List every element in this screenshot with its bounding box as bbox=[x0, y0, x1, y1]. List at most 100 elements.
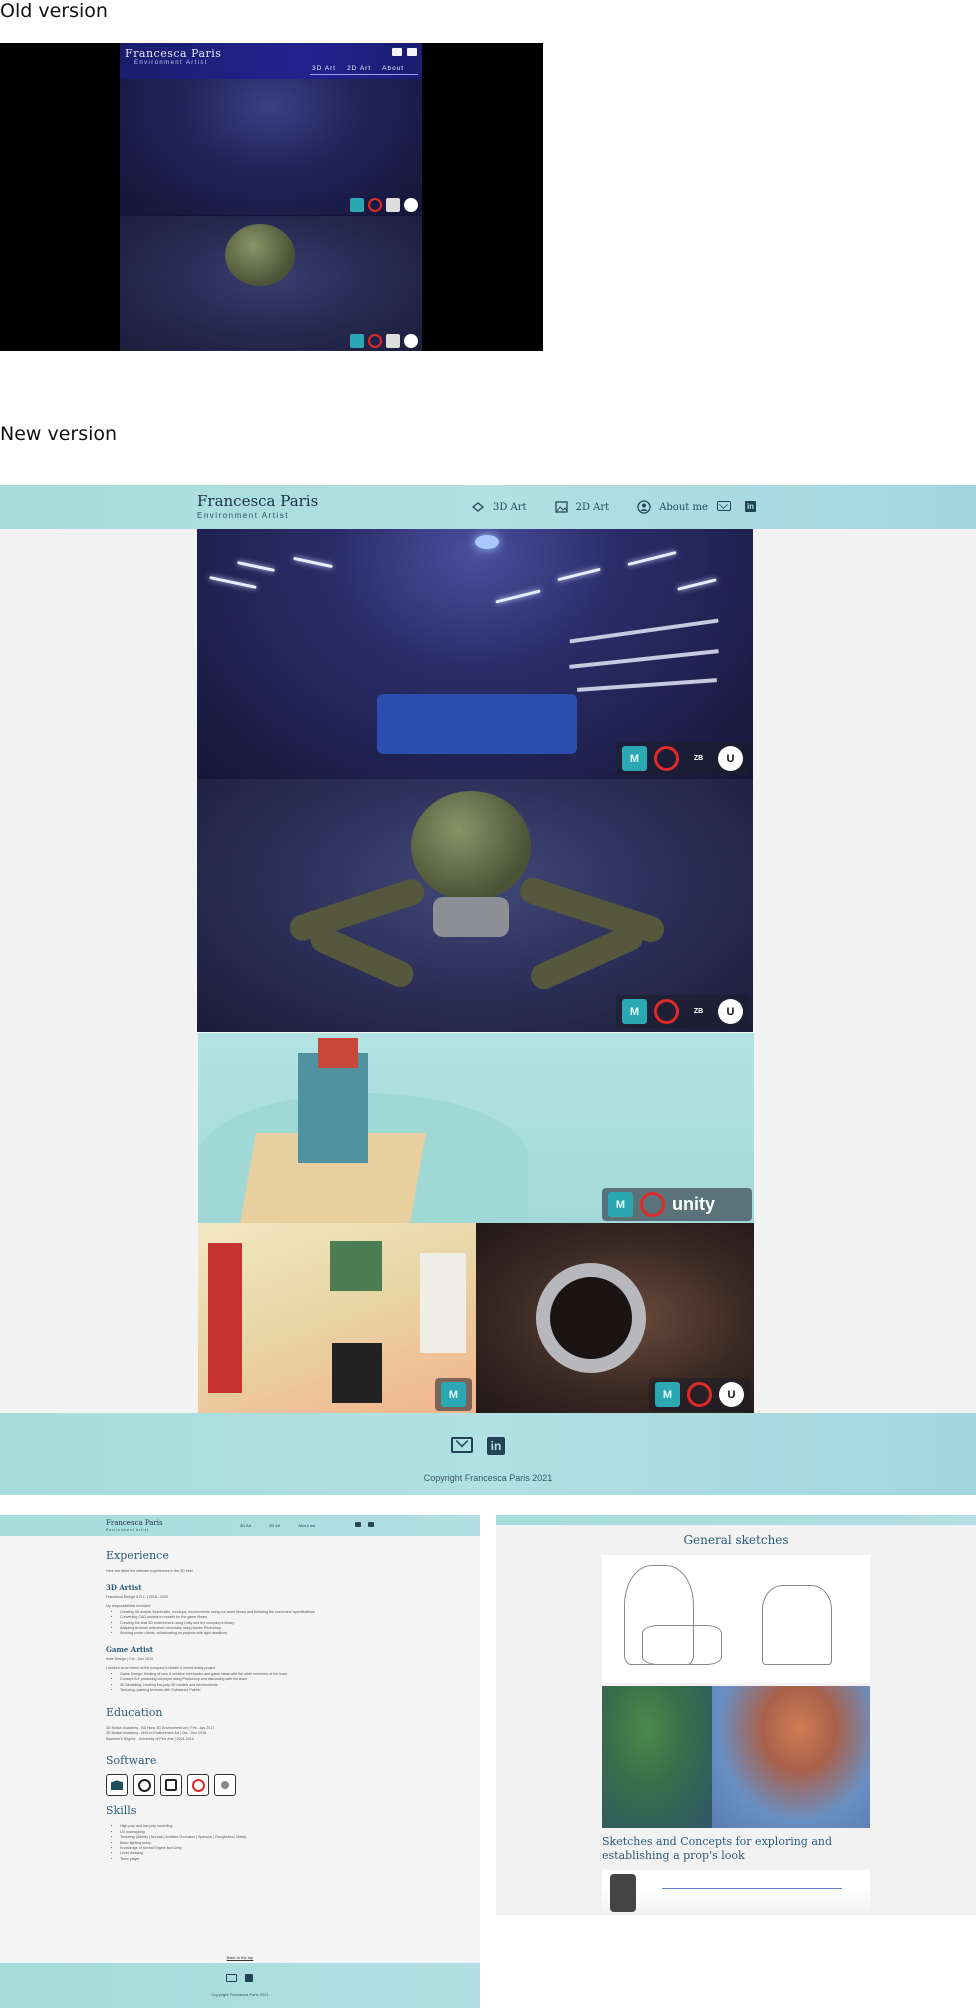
software-badges-robot: M ZB U bbox=[616, 995, 749, 1028]
software-badges-kid: M bbox=[435, 1378, 472, 1411]
skills-heading: Skills bbox=[106, 1804, 137, 1818]
job-title: 3D Artist bbox=[106, 1582, 142, 1592]
resume-page: Francesca Paris Environment Artist 3D Ar… bbox=[0, 1515, 480, 2008]
resume-footer: Copyright Francesca Paris 2021 bbox=[0, 1963, 480, 2008]
substance-icon bbox=[368, 198, 382, 212]
mail-icon[interactable] bbox=[717, 501, 731, 511]
ceiling-light bbox=[237, 561, 275, 572]
resume-header: Francesca Paris Environment Artist 3D Ar… bbox=[0, 1515, 480, 1536]
substance-icon bbox=[654, 999, 679, 1024]
maya-icon: M bbox=[441, 1382, 466, 1407]
linkedin-icon[interactable]: in bbox=[487, 1437, 505, 1455]
poster bbox=[330, 1241, 382, 1291]
unity-icon: unity bbox=[672, 1194, 715, 1214]
linkedin-icon[interactable] bbox=[407, 48, 417, 56]
old-room-image[interactable] bbox=[120, 79, 422, 215]
substance-painter-icon bbox=[187, 1774, 209, 1797]
robot-leg bbox=[516, 874, 668, 946]
robot-head bbox=[411, 791, 531, 901]
resume-nav: 3D Art 2D Art About me bbox=[240, 1523, 315, 1528]
ceiling-light bbox=[557, 567, 601, 582]
tree-concept bbox=[602, 1686, 712, 1828]
color-concepts-image[interactable] bbox=[602, 1686, 870, 1828]
wardrobe bbox=[420, 1253, 466, 1353]
maya-icon: M bbox=[608, 1192, 633, 1217]
wall-shelf bbox=[569, 649, 719, 669]
door bbox=[208, 1243, 242, 1393]
brand-name[interactable]: Francesca Paris bbox=[106, 1519, 163, 1527]
mail-icon[interactable] bbox=[451, 1437, 473, 1453]
mail-icon[interactable] bbox=[392, 48, 402, 56]
education-item: Bachelor's Degree - University of Fine A… bbox=[106, 1736, 194, 1741]
sketch-cottage bbox=[762, 1585, 832, 1665]
bedroom-render[interactable]: M ZB U bbox=[197, 529, 753, 779]
image-icon bbox=[554, 501, 568, 513]
software-heading: Software bbox=[106, 1754, 157, 1768]
wall-shelf bbox=[577, 678, 717, 692]
mushroom-house-concept bbox=[712, 1686, 870, 1828]
list-item: Working under clients, collaborating on … bbox=[120, 1631, 366, 1636]
island-render[interactable]: M unity bbox=[198, 1033, 754, 1223]
old-software-badges bbox=[350, 198, 418, 212]
job-meta: Indie Design | Oct - Dec 2019 bbox=[106, 1656, 154, 1661]
robot-leg bbox=[306, 922, 418, 992]
main-nav: 3D Art 2D Art About me bbox=[471, 500, 708, 514]
sketches-title: General sketches bbox=[683, 1533, 789, 1547]
back-to-top-link[interactable]: Back to the top bbox=[0, 1955, 480, 1960]
footer-social bbox=[226, 1974, 253, 1982]
nav-item-3d-art[interactable]: 3D Art bbox=[240, 1523, 251, 1528]
nav-item-about[interactable]: About me bbox=[298, 1523, 315, 1528]
software-badges-room: M ZB U bbox=[616, 742, 749, 775]
substance-icon bbox=[654, 746, 679, 771]
job-meta: Francesca Design S.R.L. | 2018 - 2020 bbox=[106, 1594, 169, 1599]
linkedin-icon[interactable] bbox=[245, 1974, 253, 1982]
kids-room-render[interactable]: M bbox=[198, 1223, 476, 1413]
old-logo[interactable]: Francesca Paris bbox=[125, 47, 221, 60]
prop-sketch bbox=[610, 1874, 636, 1912]
old-software-badges-2 bbox=[350, 334, 418, 348]
maya-icon bbox=[350, 198, 364, 212]
old-header: Francesca Paris Environment Artist 3D Ar… bbox=[120, 43, 422, 79]
zbrush-icon: ZB bbox=[693, 1008, 704, 1015]
mail-icon[interactable] bbox=[226, 1974, 237, 1982]
software-badges-island: M unity bbox=[602, 1188, 752, 1221]
old-nav-3d[interactable]: 3D Art bbox=[312, 65, 336, 72]
nav-item-2d-art[interactable]: 2D Art bbox=[269, 1523, 280, 1528]
sketches-page: General sketches Sketches and Concepts f… bbox=[496, 1515, 976, 1915]
island-roof bbox=[318, 1038, 358, 1068]
line-sketches-image[interactable] bbox=[602, 1555, 870, 1683]
mail-icon[interactable] bbox=[355, 1522, 361, 1527]
sketches-caption: Sketches and Concepts for exploring and … bbox=[602, 1835, 833, 1862]
sketch-base bbox=[642, 1625, 722, 1665]
nav-item-2d-art[interactable]: 2D Art bbox=[554, 500, 609, 514]
prop-sketch-image[interactable] bbox=[602, 1870, 870, 1915]
old-nav-2d[interactable]: 2D Art bbox=[347, 65, 371, 72]
nav-item-about[interactable]: About me bbox=[637, 500, 708, 514]
island-tower bbox=[298, 1053, 368, 1163]
old-nav-about[interactable]: About bbox=[382, 65, 404, 72]
unreal-icon bbox=[133, 1774, 155, 1797]
software-list bbox=[106, 1774, 366, 1797]
brand-name[interactable]: Francesca Paris bbox=[197, 492, 318, 510]
coffee-machine-render[interactable]: M U bbox=[476, 1223, 754, 1413]
job-title: Game Artist bbox=[106, 1644, 153, 1654]
robot-render[interactable]: M ZB U bbox=[197, 779, 753, 1032]
education-heading: Education bbox=[106, 1705, 163, 1719]
old-subtitle: Environment Artist bbox=[134, 60, 208, 66]
nav-item-3d-art[interactable]: 3D Art bbox=[471, 500, 527, 514]
job-responsibilities: Creating 3D assets, thumbnails, mockups,… bbox=[106, 1610, 366, 1637]
nav-label: 3D Art bbox=[493, 501, 527, 513]
header-social: in bbox=[717, 501, 756, 512]
ceiling-light bbox=[677, 578, 717, 591]
old-nav: 3D Art 2D Art About bbox=[312, 65, 404, 72]
old-robot-image[interactable] bbox=[120, 216, 422, 351]
linkedin-icon[interactable]: in bbox=[745, 501, 756, 512]
linkedin-icon[interactable] bbox=[368, 1522, 374, 1527]
user-icon bbox=[637, 500, 651, 514]
old-social bbox=[392, 48, 417, 56]
list-item: Texturing: painting textures with Substa… bbox=[120, 1688, 366, 1693]
maya-icon: M bbox=[655, 1382, 680, 1407]
ceiling-light bbox=[627, 550, 677, 567]
unreal-icon: U bbox=[718, 999, 743, 1024]
old-site: Francesca Paris Environment Artist 3D Ar… bbox=[120, 43, 422, 351]
